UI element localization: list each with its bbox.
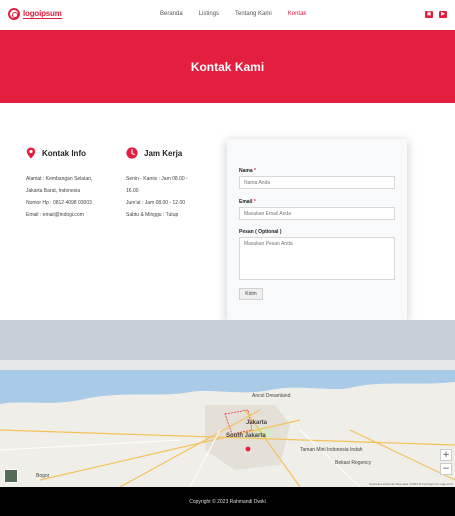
footer-copyright: Copyright © 2023 Rahmandi Dwiki bbox=[189, 498, 266, 505]
message-label: Pesan ( Optional ) bbox=[239, 229, 282, 235]
work-hours-line: Jum'at : Jam 08.00 - 12.00 bbox=[126, 200, 186, 206]
contact-info-line: Jakarta Barat, Indonesia bbox=[26, 188, 81, 194]
contact-info-line: Email : email@indogi.com bbox=[26, 212, 84, 218]
map-attribution[interactable]: Keyboard shortcuts Map data ©2023 Terms … bbox=[369, 482, 453, 486]
zoom-in-button[interactable]: + bbox=[440, 449, 452, 461]
logo[interactable]: logoipsum bbox=[8, 8, 62, 20]
work-hours-line: 16.00 bbox=[126, 188, 139, 194]
work-hours-section: Jam Kerja Senin - Kamis : Jam 08.00 - 16… bbox=[126, 147, 188, 221]
map-label-tmii: Taman Mini Indonesia Indah bbox=[300, 447, 363, 453]
map-layer-thumbnail[interactable] bbox=[4, 469, 18, 483]
nav-item-tentang-kami[interactable]: Tentang Kami bbox=[235, 11, 272, 17]
site-header: logoipsum Beranda Listings Tentang Kami … bbox=[0, 0, 455, 30]
contact-info-line: Nomor Hp : 0812 4098 03003 bbox=[26, 200, 92, 206]
work-hours-heading: Jam Kerja bbox=[126, 147, 188, 159]
work-hours-line: Sabtu & Minggu : Tutup bbox=[126, 212, 179, 218]
instagram-icon[interactable]: ▣ bbox=[425, 11, 433, 18]
logo-text: logoipsum bbox=[23, 9, 62, 19]
zoom-out-button[interactable]: − bbox=[440, 463, 452, 475]
email-field[interactable] bbox=[239, 207, 395, 220]
map-label-ancol: Ancol Dreamland bbox=[252, 393, 291, 399]
work-hours-lines: Senin - Kamis : Jam 08.00 - 16.00 Jum'at… bbox=[126, 173, 188, 221]
location-pin-icon bbox=[26, 147, 36, 159]
map-label-south-jakarta: South Jakarta bbox=[226, 433, 266, 439]
contact-form-card: Nama * Email * Pesan ( Optional ) Kirim bbox=[227, 139, 407, 320]
name-label: Nama * bbox=[239, 168, 256, 174]
social-links: ▣ ▶ bbox=[425, 11, 447, 18]
map-embed[interactable]: Jakarta South Jakarta Ancol Dreamland Be… bbox=[0, 320, 455, 487]
nav-item-kontak[interactable]: Kontak bbox=[288, 11, 307, 17]
nav-item-listings[interactable]: Listings bbox=[199, 11, 219, 17]
clock-icon bbox=[126, 147, 138, 159]
contact-info-heading: Kontak Info bbox=[26, 147, 92, 159]
logo-mark-icon bbox=[8, 8, 20, 20]
site-footer: Copyright © 2023 Rahmandi Dwiki bbox=[0, 487, 455, 516]
nav-item-beranda[interactable]: Beranda bbox=[160, 11, 183, 17]
youtube-icon[interactable]: ▶ bbox=[439, 11, 447, 18]
map-label-bekasi: Bekasi Regency bbox=[335, 460, 372, 466]
submit-button[interactable]: Kirim bbox=[239, 288, 263, 300]
contact-info-line: Alamat : Kembangan Selatan, bbox=[26, 176, 93, 182]
map-terrain bbox=[0, 370, 455, 487]
map-label-bogor: Bogor bbox=[36, 473, 50, 479]
email-label: Email * bbox=[239, 199, 256, 205]
name-field[interactable] bbox=[239, 176, 395, 189]
main-nav: Beranda Listings Tentang Kami Kontak bbox=[160, 11, 306, 17]
message-field[interactable] bbox=[239, 237, 395, 280]
work-hours-title: Jam Kerja bbox=[144, 148, 183, 158]
contact-info-title: Kontak Info bbox=[42, 148, 86, 158]
map-label-jakarta: Jakarta bbox=[246, 420, 268, 426]
contact-info-section: Kontak Info Alamat : Kembangan Selatan, … bbox=[26, 147, 92, 221]
work-hours-line: Senin - Kamis : Jam 08.00 - bbox=[126, 176, 188, 182]
contact-info-lines: Alamat : Kembangan Selatan, Jakarta Bara… bbox=[26, 173, 92, 221]
hero-banner: Kontak Kami bbox=[0, 30, 455, 103]
page-title: Kontak Kami bbox=[190, 59, 265, 74]
